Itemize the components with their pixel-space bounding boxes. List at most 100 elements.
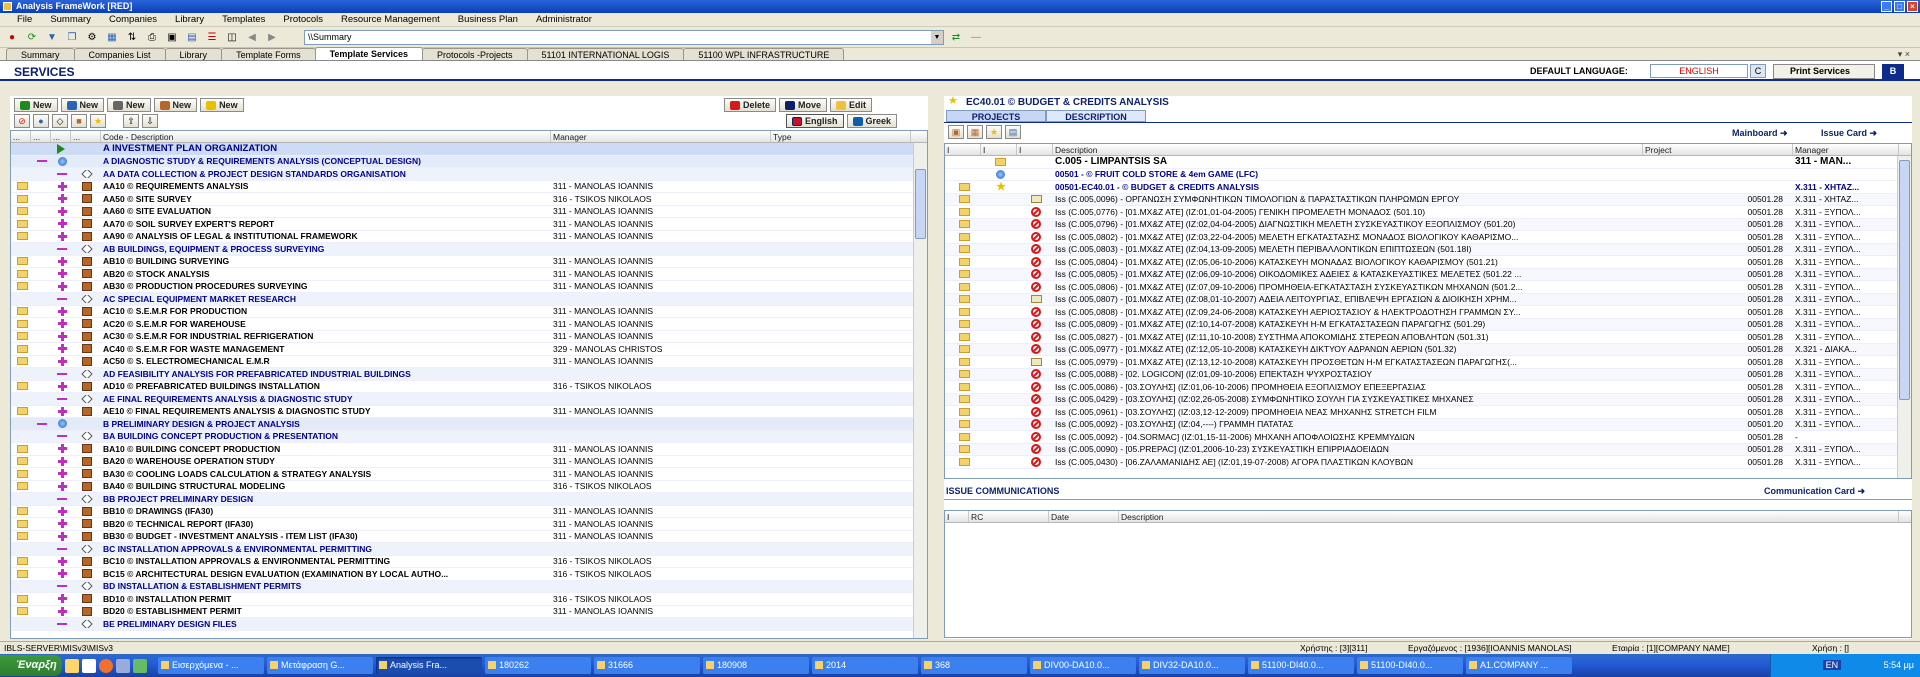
book-filter-icon[interactable]: ■ [71,114,87,128]
column-header[interactable]: Code - Description [101,131,551,142]
column-header[interactable]: Manager [1793,144,1899,155]
menu-item[interactable]: Library [166,14,213,25]
move-up-icon[interactable]: ⇧ [123,114,139,128]
quicklaunch-mail-icon[interactable] [82,658,96,673]
calculator-icon[interactable]: ▣ [164,30,180,44]
move-down-icon[interactable]: ⇩ [142,114,158,128]
english-language-button[interactable]: English [786,114,844,128]
taskbar-item[interactable]: 180908 [703,657,809,674]
star-filter-icon[interactable]: ★ [90,114,106,128]
scroll-thumb[interactable] [915,169,926,239]
table-row[interactable]: BC15 © ARCHITECTURAL DESIGN EVALUATION (… [11,568,927,581]
table-row[interactable]: BA BUILDING CONCEPT PRODUCTION & PRESENT… [11,430,927,443]
column-header[interactable]: Description [1119,511,1899,522]
taskbar-item[interactable]: A1.COMPANY ... [1466,657,1572,674]
quicklaunch-folder-icon[interactable] [65,658,79,673]
table-row[interactable]: AA DATA COLLECTION & PROJECT DESIGN STAN… [11,168,927,181]
project-row[interactable]: Iss (C.005,0090) - [05.PREPAC] (IZ:01,20… [945,443,1911,456]
taskbar-item[interactable]: 51100-DI40.0... [1248,657,1354,674]
quicklaunch-app-icon[interactable] [116,658,130,673]
sort-icon[interactable]: ⇅ [124,30,140,44]
project-row[interactable]: Iss (C.005,0776) - [01.MX&Z ATE] (IZ:01,… [945,206,1911,219]
link-project-icon[interactable]: ▦ [967,125,983,139]
column-header[interactable]: ... [31,131,51,142]
table-row[interactable]: AE10 © FINAL REQUIREMENTS ANALYSIS & DIA… [11,406,927,418]
maximize-button[interactable]: □ [1894,1,1905,12]
table-row[interactable]: BC INSTALLATION APPROVALS & ENVIRONMENTA… [11,543,927,556]
new-favorite-button[interactable]: New [200,98,244,112]
new-service-button[interactable]: New [153,98,198,112]
table-row[interactable]: BB10 © DRAWINGS (IFA30) 311 - MANOLAS IOA… [11,506,927,518]
print-icon[interactable]: ⎙ [144,30,160,44]
close-tabs-icon[interactable]: ▾ × [1898,49,1910,60]
table-row[interactable]: BA40 © BUILDING STRUCTURAL MODELING 316 -… [11,481,927,493]
menu-item[interactable]: Business Plan [449,14,527,25]
table-row[interactable]: BD10 © INSTALLATION PERMIT 316 - TSIKOS N… [11,593,927,606]
project-row[interactable]: Iss (C.005,0805) - [01.MX&Z ATE] (IZ:06,… [945,268,1911,281]
minimize-button[interactable]: _ [1881,1,1892,12]
copy-icon[interactable]: ❐ [64,30,80,44]
language-indicator[interactable]: EN [1822,660,1842,670]
table-row[interactable]: AA50 © SITE SURVEY 316 - TSIKOS NIKOLAOS [11,193,927,206]
edit-button[interactable]: Edit [830,98,873,112]
communication-card-link[interactable]: Communication Card ➜ [1764,486,1865,497]
project-row[interactable]: Iss (C.005,0796) - [01.MX&Z ATE] (IZ:02,… [945,218,1911,231]
table-row[interactable]: AB30 © PRODUCTION PROCEDURES SURVEYING 31… [11,281,927,293]
stop-icon[interactable]: ● [4,30,20,44]
menu-item[interactable]: Administrator [527,14,601,25]
project-row[interactable]: Iss (C.005,0096) - ΟΡΓΑΝΩΣΗ ΣΥΜΦΩΝΗΤΙΚΩΝ… [945,193,1911,206]
column-header[interactable]: Date [1049,511,1119,522]
menu-item[interactable]: Protocols [274,14,332,25]
table-row[interactable]: AC50 © S. ELECTROMECHANICAL E.M.R 311 - M… [11,356,927,368]
start-button[interactable]: Έναρξη [0,655,62,676]
column-header[interactable]: Description [1053,144,1643,155]
table-row[interactable]: AB20 © STOCK ANALYSIS 311 - MANOLAS IOANN… [11,268,927,281]
table-row[interactable]: AA90 © ANALYSIS OF LEGAL & INSTITUTIONAL… [11,231,927,243]
menu-item[interactable]: Companies [100,14,166,25]
mainboard-link[interactable]: Mainboard ➜ [1732,128,1788,139]
menu-item[interactable]: File [8,14,41,25]
project-row[interactable]: Iss (C.005,0804) - [01.MX&Z ATE] (IZ:05,… [945,256,1911,269]
table-row[interactable]: AD FEASIBILITY ANALYSIS FOR PREFABRICATE… [11,368,927,381]
column-header[interactable]: ... [71,131,101,142]
page-tab[interactable]: Summary [6,48,75,60]
table-row[interactable]: AA70 © SOIL SURVEY EXPERT'S REPORT 311 - … [11,218,927,231]
table-row[interactable]: AC20 © S.E.M.R FOR WAREHOUSE 311 - MANOLA… [11,318,927,331]
taskbar-item[interactable]: DIV00-DA10.0... [1030,657,1136,674]
page-tab[interactable]: Protocols -Projects [421,48,528,60]
document-icon[interactable]: ▤ [184,30,200,44]
column-header[interactable]: Type [771,131,911,142]
project-row[interactable]: Iss (C.005,0092) - [04.SORMAC] (IZ:01,15… [945,431,1911,444]
table-row[interactable]: BB20 © TECHNICAL REPORT (IFA30) 311 - MAN… [11,518,927,531]
table-row[interactable]: AC10 © S.E.M.R FOR PRODUCTION 311 - MANOL… [11,306,927,318]
table-row[interactable]: AE FINAL REQUIREMENTS ANALYSIS & DIAGNOS… [11,393,927,406]
table-row[interactable]: BB PROJECT PRELIMINARY DESIGN [11,493,927,506]
taskbar-item[interactable]: 51100-DI40.0... [1357,657,1463,674]
page-tab[interactable]: 51100 WPL INFRASTRUCTURE [683,48,845,60]
project-row[interactable]: Iss (C.005,0961) - [03.ΣΟΥΛΗΣ] (IZ:03,12… [945,406,1911,419]
refresh-icon[interactable]: ⟳ [24,30,40,44]
chevron-down-icon[interactable]: ▼ [931,30,943,44]
projects-scroll-thumb[interactable] [1899,160,1910,400]
note-icon[interactable]: ▤ [1005,125,1021,139]
delete-button[interactable]: Delete [724,98,777,112]
list-icon[interactable]: ☰ [204,30,220,44]
table-row[interactable]: AA10 © REQUIREMENTS ANALYSIS 311 - MANOLA… [11,181,927,193]
column-header[interactable]: ... [11,131,31,142]
column-header[interactable]: ... [51,131,71,142]
project-row[interactable]: C.005 - LIMPANTSIS SA 311 - MAN... [945,156,1911,169]
close-button[interactable]: × [1907,1,1918,12]
page-tab[interactable]: Template Forms [221,48,316,60]
table-row[interactable]: AC40 © S.E.M.R FOR WASTE MANAGEMENT 329 -… [11,343,927,356]
project-row[interactable]: Iss (C.005,0092) - [03.ΣΟΥΛΗΣ] (IZ:04,--… [945,418,1911,431]
new-item-button[interactable]: New [14,98,58,112]
project-row[interactable]: Iss (C.005,0086) - [03.ΣΟΥΛΗΣ] (IZ:01,06… [945,381,1911,394]
column-header[interactable]: I [981,144,1017,155]
column-header[interactable]: RC [969,511,1049,522]
taskbar-item[interactable]: DIV32-DA10.0... [1139,657,1245,674]
column-header[interactable]: I [1017,144,1053,155]
page-tab[interactable]: Companies List [73,48,166,60]
quicklaunch-browser-icon[interactable] [99,658,113,673]
diamond-filter-icon[interactable]: ◇ [52,114,68,128]
menu-item[interactable]: Resource Management [332,14,449,25]
